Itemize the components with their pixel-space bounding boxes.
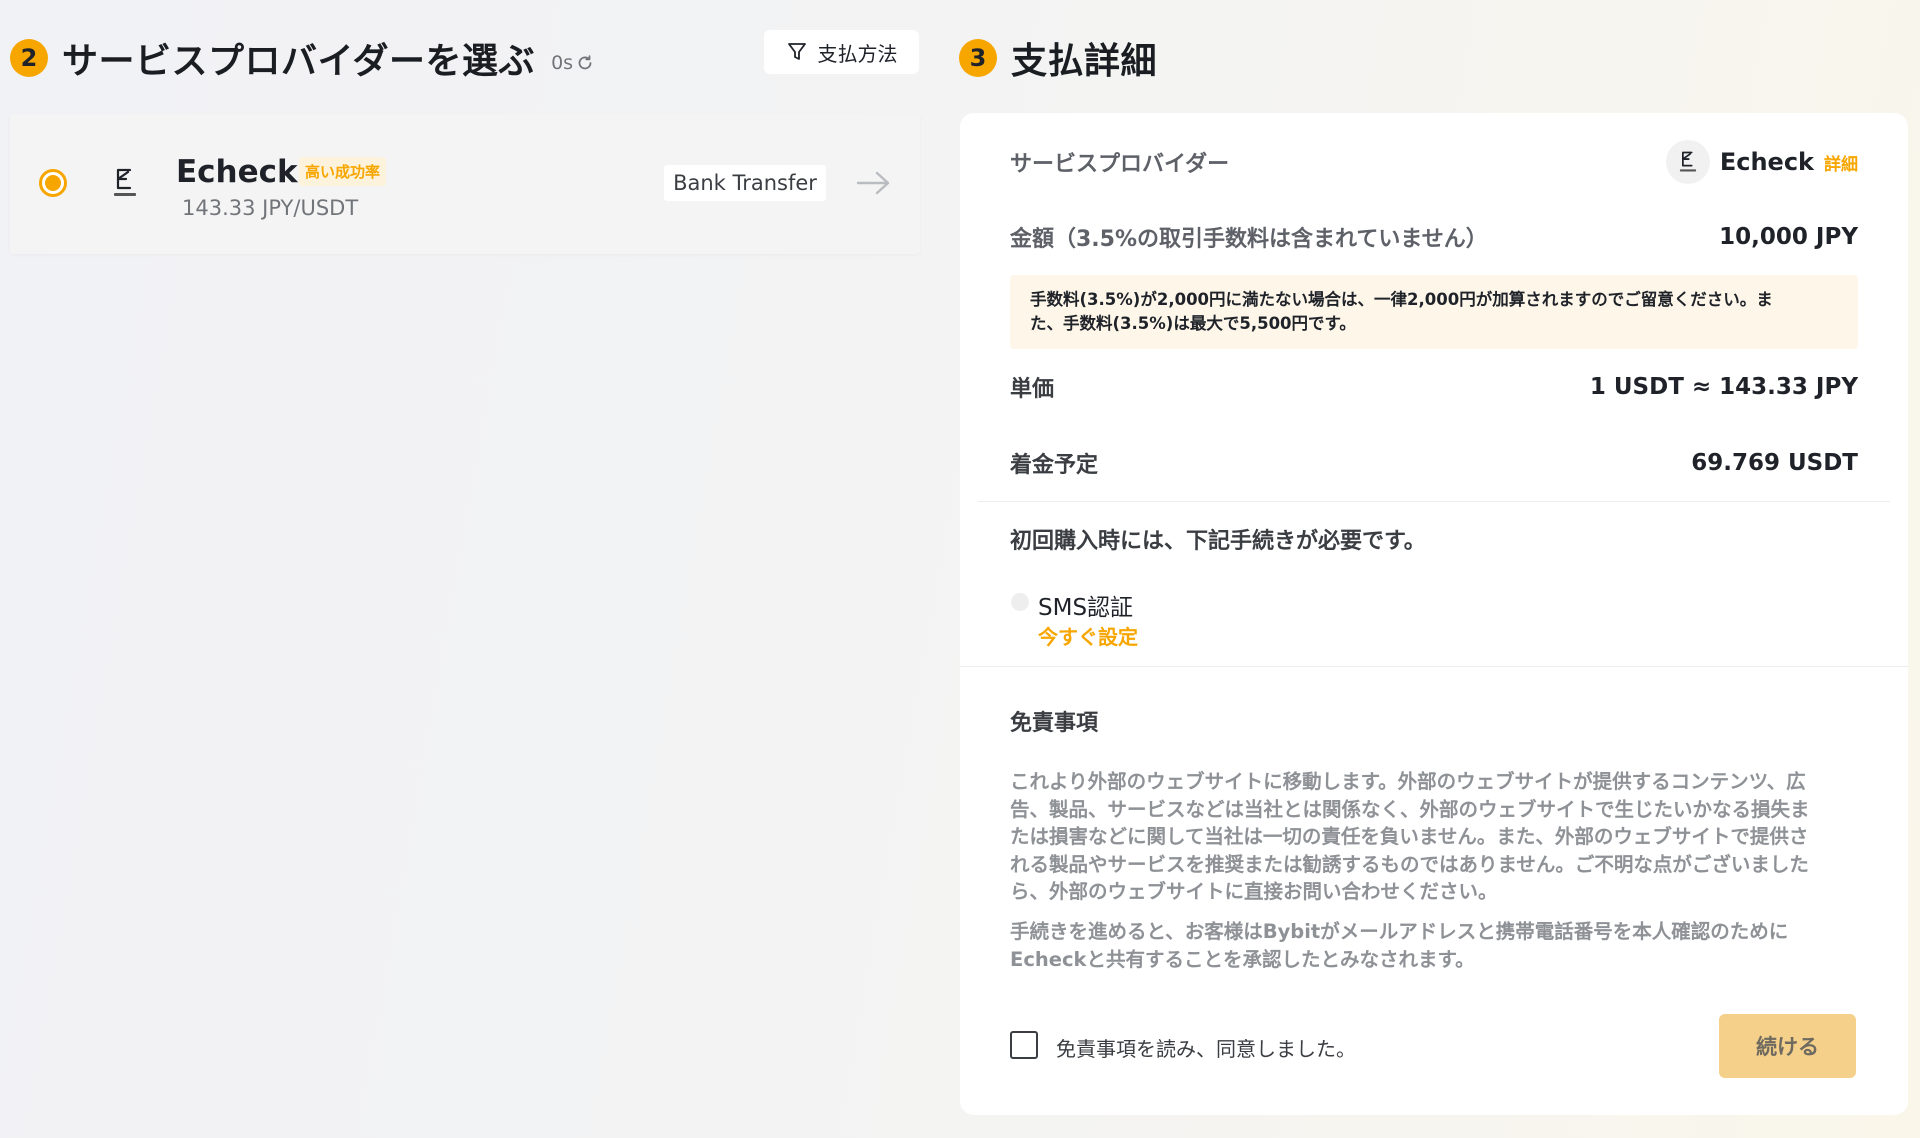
filter-icon [787,43,806,60]
refresh-timer[interactable]: 0s [551,52,594,74]
provider-name: Echeck [176,154,298,190]
unit-price-row: 単価 1 USDT ≈ 143.33 JPY [1010,367,1858,407]
timer-text: 0s [551,52,574,74]
continue-button[interactable]: 続ける [1719,1014,1856,1078]
disclaimer-line: ら、外部のウェブサイトに直接お問い合わせください。 [1010,880,1498,903]
divider [960,666,1908,667]
echeck-mini-logo-icon [1665,140,1710,184]
unit-price-label: 単価 [1010,377,1055,402]
refresh-icon[interactable] [576,54,594,72]
unit-price-value: 1 USDT ≈ 143.33 JPY [1589,374,1858,400]
payment-method-filter-button[interactable]: 支払方法 [764,30,919,74]
provider-detail-link[interactable]: 詳細 [1824,150,1858,175]
disclaimer-line: これより外部のウェブサイトに移動します。外部のウェブサイトが提供するコンテンツ、… [1010,770,1806,793]
service-provider-label: サービスプロバイダー [1010,152,1230,177]
disclaimer-line: 告、製品、サービスなどは当社とは関係なく、外部のウェブサイトで生じたいかなる損失… [1010,797,1810,821]
filter-label: 支払方法 [817,41,898,66]
echeck-logo-icon [114,168,136,196]
agree-checkbox[interactable] [1010,1031,1038,1059]
step3-number-badge: 3 [959,39,997,77]
provider-rate: 143.33 JPY/USDT [182,196,359,220]
divider [978,501,1890,502]
provider-radio-selected[interactable] [39,169,67,197]
agree-label[interactable]: 免責事項を読み、同意しました。 [1056,1033,1356,1062]
payment-method-tag: Bank Transfer [664,165,826,201]
service-provider-value: Echeck 詳細 [1665,140,1858,184]
disclaimer-line: れる製品やサービスを推奨または勧誘するものではありません。ご不明な点がございまし… [1010,852,1809,876]
consent-line: Echeckと共有することを承認したとみなされます。 [1010,947,1475,971]
disclaimer-text: これより外部のウェブサイトに移動します。外部のウェブサイトが提供するコンテンツ、… [1010,768,1858,906]
amount-value: 10,000 JPY [1719,224,1858,250]
fee-notice: 手数料(3.5%)が2,000円に満たない場合は、一律2,000円が加算されます… [1010,275,1858,349]
payment-details-panel: サービスプロバイダー Echeck 詳細 金額（3.5%の取引手数料は含まれてい… [960,113,1908,1115]
step3-header: 3 支払詳細 [959,32,1157,84]
fee-notice-line2: た、手数料(3.5%)は最大で5,500円です。 [1030,314,1356,333]
step3-title: 支払詳細 [1011,41,1158,82]
step2-header: 2 サービスプロバイダーを選ぶ 0s [10,32,594,84]
amount-row: 金額（3.5%の取引手数料は含まれていません） 10,000 JPY [1010,219,1858,255]
fee-notice-line1: 手数料(3.5%)が2,000円に満たない場合は、一律2,000円が加算されます… [1030,290,1773,309]
step2-number-badge: 2 [10,39,48,77]
setup-now-link[interactable]: 今すぐ設定 [1038,621,1138,650]
requirement-title: 初回購入時には、下記手続きが必要です。 [1010,529,1426,554]
service-provider-row: サービスプロバイダー Echeck 詳細 [1010,137,1858,187]
consent-line: 手続きを進めると、お客様はBybitがメールアドレスと携帯電話番号を本人確認のた… [1010,920,1789,943]
expected-arrival-label: 着金予定 [1010,453,1099,478]
service-provider-name: Echeck [1719,148,1814,176]
disclaimer-line: たは損害などに関して当社は一切の責任を負いません。また、外部のウェブサイトで提供… [1010,825,1809,848]
expected-arrival-row: 着金予定 69.769 USDT [1010,443,1858,483]
success-rate-badge: 高い成功率 [299,157,387,186]
disclaimer-title: 免責事項 [1010,711,1099,736]
step2-title: サービスプロバイダーを選ぶ [62,41,536,82]
provider-card-echeck[interactable]: Echeck 高い成功率 143.33 JPY/USDT Bank Transf… [10,114,920,254]
amount-label: 金額（3.5%の取引手数料は含まれていません） [1010,227,1488,252]
consent-text: 手続きを進めると、お客様はBybitがメールアドレスと携帯電話番号を本人確認のた… [1010,918,1858,973]
expected-arrival-value: 69.769 USDT [1691,450,1858,476]
sms-verification-label: SMS認証 [1038,595,1134,621]
sms-status-dot [1011,593,1029,611]
arrow-right-icon[interactable] [856,168,892,198]
